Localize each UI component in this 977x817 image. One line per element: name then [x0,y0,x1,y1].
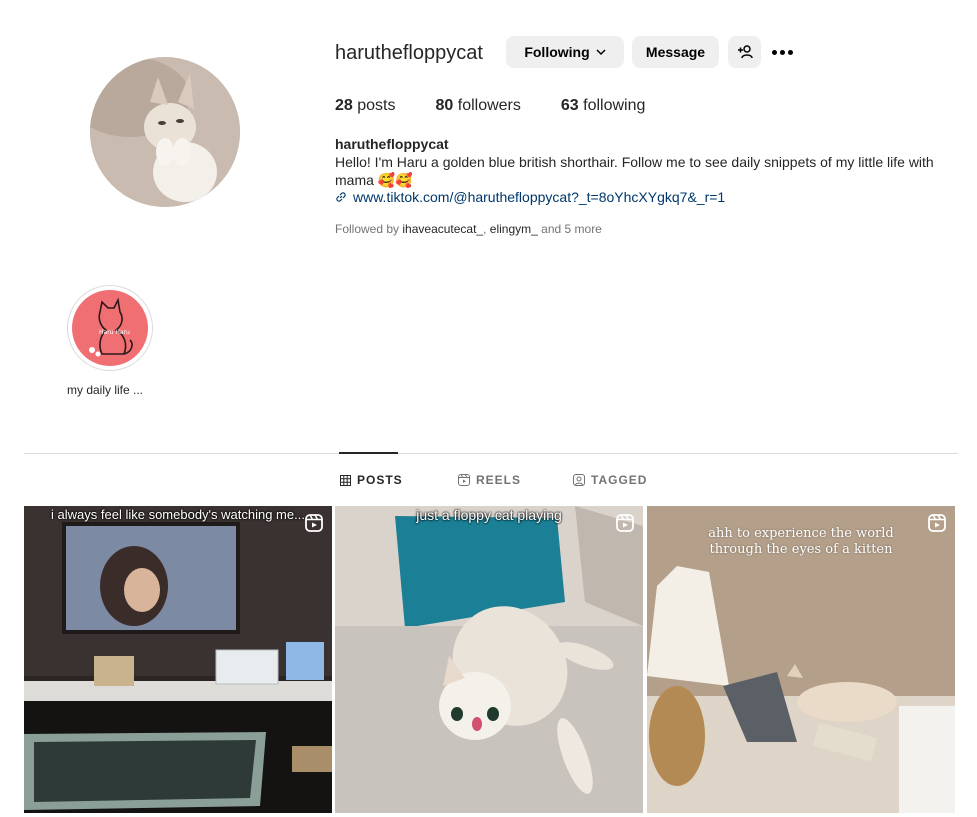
tab-reels-label: REELS [476,473,522,487]
link-icon [336,192,346,202]
tab-reels[interactable]: REELS [458,473,521,487]
active-tab-indicator [339,452,398,454]
following-stat[interactable]: 63 following [561,97,646,115]
more-options-button[interactable] [772,44,798,60]
story-highlight[interactable]: Haru Haru [67,285,153,371]
bio-text: Hello! I'm Haru a golden blue british sh… [335,154,934,188]
reels-icon [458,474,470,486]
cat-outline-icon: Haru Haru [89,297,133,357]
bio-link-text: www.tiktok.com/@haruthefloppycat?_t=8oYh… [353,189,726,205]
more-dots-icon [772,49,777,55]
followers-stat[interactable]: 80 followers [436,97,521,115]
bio-link[interactable]: www.tiktok.com/@haruthefloppycat?_t=8oYh… [335,189,725,205]
highlight-label: my daily life ... [67,383,144,397]
bio-name: haruthefloppycat [335,136,449,152]
reel-badge-icon [928,514,946,532]
tab-tagged[interactable]: TAGGED [573,473,647,487]
post-caption: ahh to experience the world through the … [708,526,894,557]
tab-posts-label: POSTS [357,473,403,487]
reel-badge-icon [305,514,323,532]
post-tile[interactable]: just a floppy cat playing [335,506,643,813]
post-caption: just a floppy cat playing [416,507,562,523]
tab-posts[interactable]: POSTS [340,473,403,487]
followed-by-user: ihaveacutecat_ [402,222,484,236]
posts-stat: 28 posts [335,97,396,114]
following-button[interactable]: Following [506,36,624,68]
post-tile[interactable]: ahh to experience the world through the … [647,506,955,813]
message-button-label: Message [645,44,706,60]
post-thumbnail-floppy-cat [335,506,643,813]
profile-avatar[interactable] [90,57,240,207]
highlight-badge-text: Haru Haru [99,329,130,336]
tabs-divider [24,453,958,454]
followed-by-user: elingym_ [489,222,538,236]
post-tile[interactable]: i always feel like somebody's watching m… [24,506,332,813]
post-thumbnail-tv-room [24,506,332,813]
tab-tagged-label: TAGGED [591,473,648,487]
tagged-icon [573,474,585,486]
message-button[interactable]: Message [632,36,719,68]
following-button-label: Following [524,44,590,60]
reel-badge-icon [616,514,634,532]
add-user-icon [737,45,753,59]
followed-by[interactable]: Followed by ihaveacutecat_, elingym_ and… [335,222,602,236]
suggest-user-button[interactable] [728,36,761,68]
grid-icon [340,474,351,486]
profile-username: haruthefloppycat [335,42,483,64]
profile-stats: 28 posts 80 followers 63 following [335,97,685,115]
chevron-down-icon [596,49,606,56]
post-caption: i always feel like somebody's watching m… [51,507,305,522]
highlight-cover: Haru Haru [72,290,148,366]
cat-avatar-image [90,57,240,207]
